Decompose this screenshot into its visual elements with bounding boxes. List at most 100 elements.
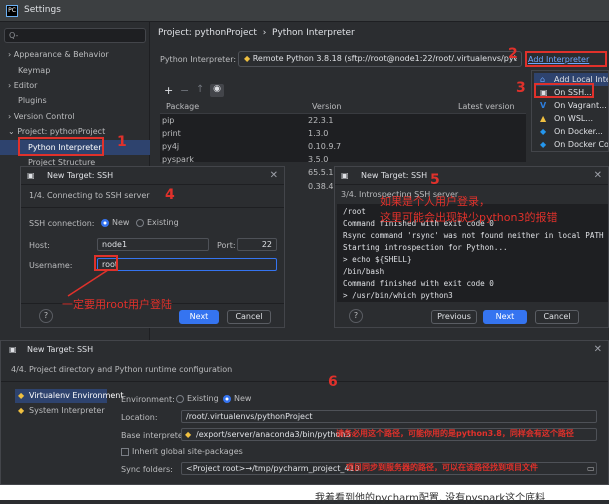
sidebar-item-label: Keymap [18,66,51,75]
chevron-down-icon: ⌄ [8,127,18,136]
close-icon[interactable]: ✕ [594,344,602,355]
folder-icon[interactable]: ▭ [587,464,595,473]
menu-item-on-docker[interactable]: ◆ On Docker... [534,125,608,138]
python-icon: ◆ [244,54,253,63]
ssh-dialog-step3: New Target: SSH ✕ ▣ 3/4. Introspecting S… [334,166,609,328]
radio-label: New [112,218,130,227]
help-icon[interactable]: ? [39,309,53,323]
next-button[interactable]: Next [179,310,219,324]
annotation-arrow [67,269,109,297]
window-title: Settings [24,5,61,15]
annotation-box-3 [534,83,594,98]
cancel-button[interactable]: Cancel [535,310,579,324]
column-header-latest[interactable]: Latest version [458,102,515,111]
help-icon[interactable]: ? [349,309,363,323]
python-icon: ◆ [185,430,192,439]
radio-new[interactable]: New [223,394,251,403]
port-input[interactable]: 22 [237,238,277,251]
add-package-icon[interactable]: + [164,84,173,97]
close-icon[interactable]: ✕ [270,170,278,181]
radio-new[interactable]: New [101,218,129,227]
radio-on-icon [101,218,109,227]
settings-search-input[interactable]: Q- [4,28,146,43]
radio-existing[interactable]: Existing [136,218,179,227]
radio-existing[interactable]: Existing [176,394,219,403]
package-name: pip [162,116,175,125]
dialog-title: New Target: SSH [1,341,608,359]
location-input[interactable]: /root/.virtualenvs/pythonProject [181,410,597,423]
environment-label: Environment: [121,395,175,404]
radio-off-icon [136,218,144,227]
annotation-note-base: 请务必用这个路径，可能你用的是python3.8，同样会有这个路径 [336,429,574,438]
pycharm-logo-icon: ▣ [9,345,17,354]
step-label: 1/4. Connecting to SSH server [29,191,150,200]
menu-item-on-docker-compose[interactable]: ◆ On Docker Com [534,138,608,151]
divider [1,381,608,382]
log-line: /root [343,207,366,216]
divider [21,207,284,208]
breadcrumb: Project: pythonProject › Python Interpre… [158,28,355,38]
menu-item-on-vagrant[interactable]: V On Vagrant... [534,99,608,112]
table-row[interactable]: py4j 0.10.9.7 [160,142,526,154]
interpreter-label: Python Interpreter: [160,55,237,64]
step-label: 4/4. Project directory and Python runtim… [11,365,233,374]
sidebar-item-appearance[interactable]: › Appearance & Behavior [0,47,150,62]
table-row[interactable]: print 1.3.0 [160,129,526,141]
pycharm-logo-icon: PC [6,5,18,17]
python-icon: ◆ [18,391,25,400]
sidebar-item-keymap[interactable]: Keymap [0,63,150,78]
pycharm-logo-icon: ▣ [341,171,349,180]
log-line: Rsync command 'rsync' was not found neit… [343,231,604,240]
sidebar-item-label: Appearance & Behavior [13,50,109,59]
package-version: 0.38.4 [308,182,334,191]
package-name: print [162,129,181,138]
interpreter-select[interactable]: ◆ Remote Python 3.8.18 (sftp://root@node… [238,51,522,67]
sidebar-item-version-control[interactable]: › Version Control [0,109,150,124]
inherit-checkbox[interactable]: Inherit global site-packages [121,447,243,456]
env-type-label: System Interpreter [29,406,105,415]
breadcrumb-page: Python Interpreter [272,28,355,38]
vagrant-icon: V [540,101,547,110]
package-version: 65.5.1 [308,168,334,177]
dialog-title: New Target: SSH [21,167,284,185]
username-input[interactable]: root [97,258,277,271]
close-icon[interactable]: ✕ [594,170,602,181]
table-row[interactable]: pip 22.3.1 [160,116,526,128]
remove-package-icon[interactable]: − [180,84,189,97]
annotation-box-2 [525,51,607,67]
show-early-releases-icon[interactable]: ◉ [210,84,224,97]
column-header-package[interactable]: Package [166,102,199,111]
upgrade-package-icon[interactable]: ↑ [196,84,204,95]
base-interpreter-value: /export/server/anaconda3/bin/python3 [196,430,351,439]
search-icon: Q- [9,31,19,40]
package-name: py4j [162,142,180,151]
sidebar-item-label: Editor [13,81,38,90]
interpreter-value: Remote Python 3.8.18 (sftp://root@node1:… [252,54,517,63]
env-type-system[interactable]: ◆ System Interpreter [15,404,107,418]
next-button[interactable]: Next [483,310,527,324]
column-header-version[interactable]: Version [312,102,341,111]
menu-item-label: On Vagrant... [554,101,607,110]
log-line: Command finished with exit code 0 [343,279,494,288]
radio-off-icon [176,394,184,403]
host-label: Host: [29,241,50,250]
env-type-virtualenv[interactable]: ◆ Virtualenv Environment [15,389,124,403]
sidebar-item-label: Project: pythonProject [17,127,106,136]
annotation-number-6: 6 [328,374,338,390]
previous-button[interactable]: Previous [431,310,477,324]
menu-item-on-wsl[interactable]: ▲ On WSL... [534,112,608,125]
sidebar-item-editor[interactable]: › Editor [0,78,150,93]
annotation-note-5b: 这里可能会出现缺少python3的报错 [380,211,558,224]
python-icon: ◆ [18,406,25,415]
package-version: 0.10.9.7 [308,142,342,151]
packages-toolbar: + − ↑ ◉ [160,84,526,98]
packages-table: Package Version Latest version pip 22.3.1… [160,98,526,164]
log-line: > echo ${SHELL} [343,255,412,264]
title-bar [0,0,609,22]
cancel-button[interactable]: Cancel [227,310,271,324]
sidebar-item-plugins[interactable]: Plugins [0,93,150,108]
breadcrumb-project[interactable]: Project: pythonProject [158,28,257,38]
log-line: > /usr/bin/which python3 [343,291,453,300]
host-input[interactable]: node1 [97,238,209,251]
annotation-note-5a: 如果是个人用户登录， [380,195,490,208]
